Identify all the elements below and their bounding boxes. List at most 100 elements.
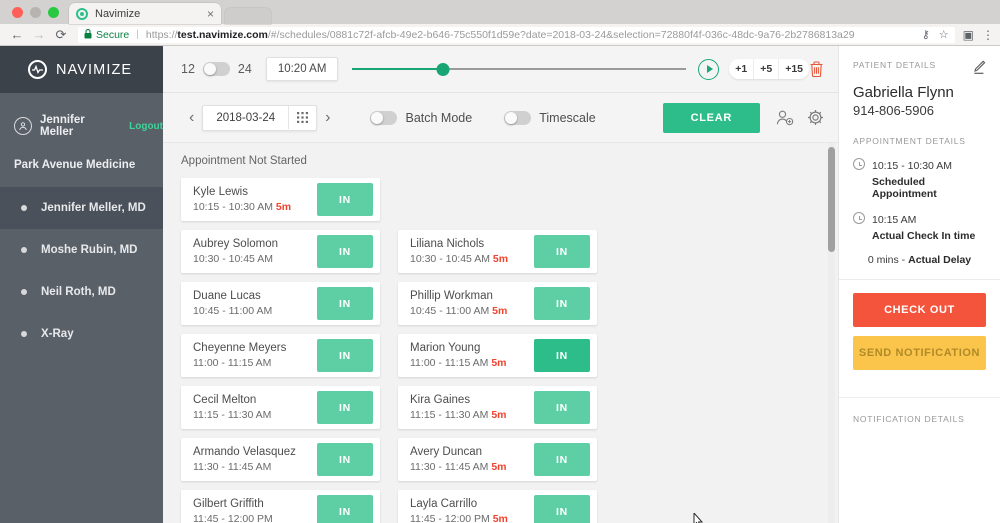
appointment-card[interactable]: Marion Young 11:00 - 11:15 AM 5m IN <box>398 334 597 377</box>
appointment-card[interactable]: Kyle Lewis 10:15 - 10:30 AM 5m IN <box>181 178 380 221</box>
increment-5-button[interactable]: +5 <box>753 59 779 79</box>
late-badge: 5m <box>492 305 508 318</box>
check-in-button[interactable]: IN <box>317 339 373 372</box>
patient-name: Gilbert Griffith <box>193 497 264 510</box>
appointment-card[interactable]: Armando Velasquez 11:30 - 11:45 AM IN <box>181 438 380 481</box>
check-in-button[interactable]: IN <box>534 339 590 372</box>
check-in-button[interactable]: IN <box>534 495 590 523</box>
reload-icon[interactable]: ⟳ <box>50 25 72 45</box>
maximize-window-button[interactable] <box>48 7 59 18</box>
trash-icon[interactable] <box>809 60 824 78</box>
clock-icon <box>853 212 865 224</box>
appointment-card[interactable]: Layla Carrillo 11:45 - 12:00 PM 5m IN <box>398 490 597 523</box>
check-in-button[interactable]: IN <box>317 391 373 424</box>
secure-label: Secure <box>96 28 130 41</box>
minimize-window-button[interactable] <box>30 7 41 18</box>
current-time-display[interactable]: 10:20 AM <box>265 57 339 81</box>
close-window-button[interactable] <box>12 7 23 18</box>
key-icon[interactable]: ⚷ <box>922 28 930 41</box>
add-user-icon[interactable] <box>776 110 794 126</box>
appointment-info: Kira Gaines 11:15 - 11:30 AM 5m <box>410 392 507 424</box>
patient-name: Aubrey Solomon <box>193 237 279 250</box>
batch-mode-toggle[interactable] <box>370 110 398 125</box>
brand-logo[interactable]: NAVIMIZE <box>0 46 163 93</box>
sidebar-item-provider-3[interactable]: X-Ray <box>0 313 163 355</box>
bookmark-star-icon[interactable]: ☆ <box>939 28 949 41</box>
browser-toolbar: ← → ⟳ Secure | https://test.navimize.com… <box>0 24 1000 46</box>
date-picker[interactable]: 2018-03-24 <box>202 104 318 131</box>
appointment-card[interactable]: Cecil Melton 11:15 - 11:30 AM IN <box>181 386 380 429</box>
actual-delay: 0 mins - Actual Delay <box>853 254 986 266</box>
appointment-card[interactable]: Liliana Nichols 10:30 - 10:45 AM 5m IN <box>398 230 597 273</box>
appointment-time: 10:45 - 11:00 AM <box>193 305 273 318</box>
check-in-button[interactable]: IN <box>317 235 373 268</box>
back-icon[interactable]: ← <box>6 25 28 45</box>
selected-date: 2018-03-24 <box>216 111 276 124</box>
calendar-grid-icon[interactable] <box>288 106 316 129</box>
notification-details-label: NOTIFICATION DETAILS <box>853 414 965 424</box>
patient-details-header: PATIENT DETAILS <box>853 60 986 75</box>
increment-1-button[interactable]: +1 <box>729 59 754 79</box>
prev-day-button[interactable]: ‹ <box>181 109 202 126</box>
clear-button[interactable]: CLEAR <box>662 102 760 133</box>
slider-thumb[interactable] <box>436 62 450 76</box>
appointment-card[interactable]: Aubrey Solomon 10:30 - 10:45 AM IN <box>181 230 380 273</box>
time-slider[interactable] <box>352 59 687 79</box>
appointment-row: Kyle Lewis 10:15 - 10:30 AM 5m IN <box>181 178 838 221</box>
address-text: https://test.navimize.com/#/schedules/08… <box>146 29 855 41</box>
timescale-toggle[interactable] <box>504 110 532 125</box>
omnibox-icons: ⚷ ☆ <box>916 28 949 41</box>
appointment-info: Cheyenne Meyers 11:00 - 11:15 AM <box>193 340 286 372</box>
appointment-time: 11:00 - 11:15 AM 5m <box>410 357 507 370</box>
detail-time: 10:15 - 10:30 AM <box>872 160 952 172</box>
browser-tabstrip: Navimize × <box>0 0 1000 24</box>
appointment-card-empty <box>398 178 597 221</box>
appointment-grid: Kyle Lewis 10:15 - 10:30 AM 5m IN Aubrey… <box>181 178 838 523</box>
pencil-icon[interactable] <box>972 60 986 75</box>
appointment-card[interactable]: Avery Duncan 11:30 - 11:45 AM 5m IN <box>398 438 597 481</box>
increment-15-button[interactable]: +15 <box>778 59 809 79</box>
check-in-button[interactable]: IN <box>534 443 590 476</box>
check-in-button[interactable]: IN <box>534 235 590 268</box>
check-out-button[interactable]: CHECK OUT <box>853 293 986 327</box>
check-in-button[interactable]: IN <box>317 443 373 476</box>
forward-icon[interactable]: → <box>28 25 50 45</box>
batch-mode-label: Batch Mode <box>405 110 473 125</box>
appointment-card[interactable]: Cheyenne Meyers 11:00 - 11:15 AM IN <box>181 334 380 377</box>
address-separator: | <box>136 29 139 40</box>
appointment-card[interactable]: Gilbert Griffith 11:45 - 12:00 PM IN <box>181 490 380 523</box>
sidebar-item-provider-0[interactable]: Jennifer Meller, MD <box>0 187 163 229</box>
play-icon[interactable] <box>698 58 720 80</box>
address-bar[interactable]: Secure | https://test.navimize.com/#/sch… <box>78 26 955 43</box>
new-tab-button[interactable] <box>225 8 271 24</box>
check-in-button[interactable]: IN <box>534 391 590 424</box>
appointment-card[interactable]: Duane Lucas 10:45 - 11:00 AM IN <box>181 282 380 325</box>
check-in-button[interactable]: IN <box>317 183 373 216</box>
appointment-card[interactable]: Phillip Workman 10:45 - 11:00 AM 5m IN <box>398 282 597 325</box>
appointment-time: 11:15 - 11:30 AM <box>193 409 272 422</box>
patient-name: Cheyenne Meyers <box>193 341 287 354</box>
delay-value: 0 mins - <box>867 254 909 266</box>
appointment-card[interactable]: Kira Gaines 11:15 - 11:30 AM 5m IN <box>398 386 597 429</box>
sidebar-item-provider-2[interactable]: Neil Roth, MD <box>0 271 163 313</box>
appointment-info: Kyle Lewis 10:15 - 10:30 AM 5m <box>193 184 291 216</box>
profile-icon[interactable]: ▣ <box>963 28 974 42</box>
sidebar-item-provider-1[interactable]: Moshe Rubin, MD <box>0 229 163 271</box>
gear-icon[interactable] <box>807 109 824 126</box>
detail-label: Actual Check In time <box>872 230 976 242</box>
hour-format-toggle[interactable] <box>202 62 230 76</box>
navimize-favicon <box>76 7 88 20</box>
chrome-menu-icon[interactable]: ⋮ <box>982 28 994 42</box>
logout-link[interactable]: Logout <box>129 121 163 132</box>
appointments-scrollbar-thumb[interactable] <box>828 147 835 252</box>
send-notification-button[interactable]: SEND NOTIFICATION <box>853 336 986 370</box>
check-in-button[interactable]: IN <box>317 495 373 523</box>
provider-label: X-Ray <box>41 328 74 340</box>
check-in-button[interactable]: IN <box>317 287 373 320</box>
next-day-button[interactable]: › <box>317 109 338 126</box>
browser-tab[interactable]: Navimize × <box>69 3 221 24</box>
time-toolbar: 12 24 10:20 AM +1 +5 +15 <box>163 46 838 93</box>
close-icon[interactable]: × <box>207 8 214 20</box>
check-in-button[interactable]: IN <box>534 287 590 320</box>
late-badge: 5m <box>491 461 507 474</box>
